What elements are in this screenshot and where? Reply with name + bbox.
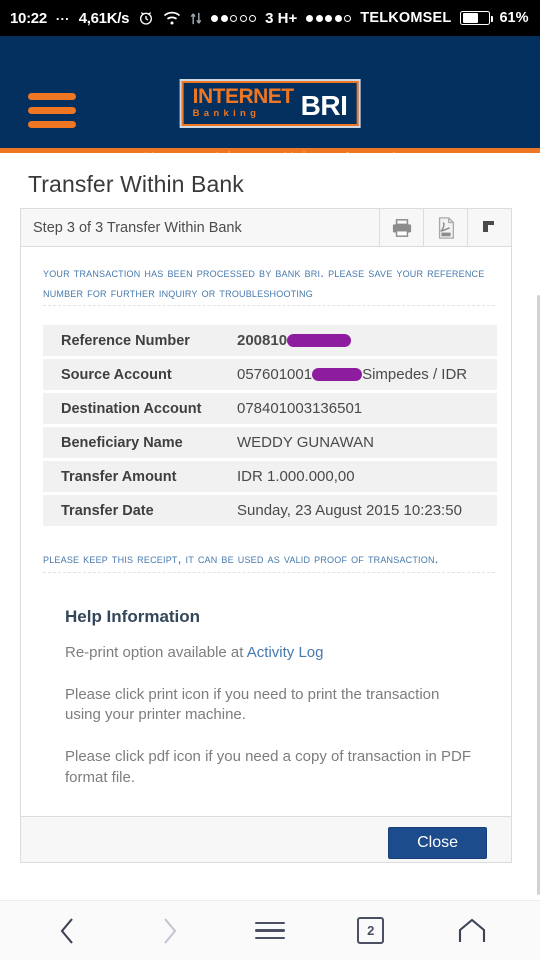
bri-internet-banking-logo[interactable]: INTERNET Banking BRI [179,79,361,128]
row-value: 078401003136501 [225,393,497,425]
logo-bri-text: BRI [300,89,348,121]
wifi-icon [163,11,181,26]
site-header: INTERNET Banking BRI Home | Inbox | Help… [0,36,540,166]
transaction-details-table: Reference Number 200810 Source Account 0… [43,322,497,529]
table-row: Transfer Date Sunday, 23 August 2015 10:… [43,495,497,527]
chevron-right-icon [164,917,177,944]
logo-banking-text: Banking [192,108,261,119]
android-status-bar: 10:22 ... 4,61K/s 3 H+ TELKOMSEL 61% [0,0,540,36]
step-indicator-label: Step 3 of 3 Transfer Within Bank [33,219,242,236]
carrier-name: TELKOMSEL [360,10,452,26]
panel-body: Your transaction has been processed by B… [21,247,511,816]
row-value: IDR 1.000.000,00 [225,461,497,493]
activity-log-link[interactable]: Activity Log [247,644,324,661]
back-button[interactable] [39,909,97,953]
chevron-left-icon [61,917,74,944]
help-pdf-paragraph: Please click pdf icon if you need a copy… [65,748,472,786]
battery-percent: 61% [499,10,529,26]
status-clock: 10:22 [10,9,47,27]
help-information-heading: Help Information [65,606,201,626]
logo-internet-text: INTERNET [192,85,295,108]
row-label: Transfer Amount [43,461,225,493]
print-icon[interactable] [379,209,423,246]
hamburger-menu-icon[interactable] [28,93,76,128]
table-row: Reference Number 200810 [43,325,497,357]
tab-switcher-button[interactable]: 2 [342,909,400,953]
receipt-keep-notice: Please keep this receipt, it can be used… [43,549,495,573]
help-print-paragraph: Please click print icon if you need to p… [65,685,440,724]
tab-count-badge: 2 [357,917,385,944]
row-label: Beneficiary Name [43,427,225,459]
row-label: Destination Account [43,393,225,425]
panel-footer: Close [21,815,511,862]
browser-bottom-bar: 2 [0,900,540,960]
row-label: Reference Number [43,325,225,357]
transaction-receipt-panel: Step 3 of 3 Transfer Within Bank your tr… [20,208,512,863]
alarm-icon [138,10,154,26]
help-reprint-line: Re-print option available at Activity Lo… [65,643,475,663]
source-account-value: 057601001 [237,366,313,384]
network-type: 3 H+ [265,9,298,27]
menu-bars-icon [254,921,285,940]
panel-header: Step 3 of 3 Transfer Within Bank [21,209,511,247]
status-overflow-dots: ... [55,7,70,23]
source-account-suffix: Simpedes / IDR [362,366,468,384]
sim1-signal-dots [211,14,257,22]
data-transfer-icon [190,11,202,26]
browser-menu-button[interactable] [241,909,299,953]
sim2-signal-dots [306,14,352,22]
page-title: Transfer Within Bank [28,171,244,197]
table-row: Destination Account 078401003136501 [43,393,497,425]
row-value: Sunday, 23 August 2015 10:23:50 [225,495,497,527]
page-viewport: Transfer Within Bank Step 3 of 3 Transfe… [0,153,540,900]
close-button[interactable]: Close [388,826,487,859]
reference-number-value: 200810 [237,332,288,350]
transaction-success-notice: Your transaction has been processed by B… [43,263,495,307]
home-icon [458,918,485,942]
table-row: Transfer Amount IDR 1.000.000,00 [43,461,497,493]
collapse-corner-icon[interactable] [467,209,511,246]
table-row: Beneficiary Name WEDDY GUNAWAN [43,427,497,459]
row-label: Transfer Date [43,495,225,527]
row-value: 057601001 Simpedes / IDR [225,359,497,391]
table-row: Source Account 057601001 Simpedes / IDR [43,359,497,391]
forward-button[interactable] [140,909,198,953]
redaction-mark [287,333,352,347]
pdf-icon[interactable] [423,209,467,246]
help-reprint-prefix: Re-print option available at [65,643,247,661]
home-button[interactable] [443,909,501,953]
battery-icon [460,11,494,25]
row-value: WEDDY GUNAWAN [225,427,497,459]
row-label: Source Account [43,359,225,391]
redaction-mark [312,367,363,381]
network-speed: 4,61K/s [78,9,130,27]
row-value: 200810 [225,325,497,357]
